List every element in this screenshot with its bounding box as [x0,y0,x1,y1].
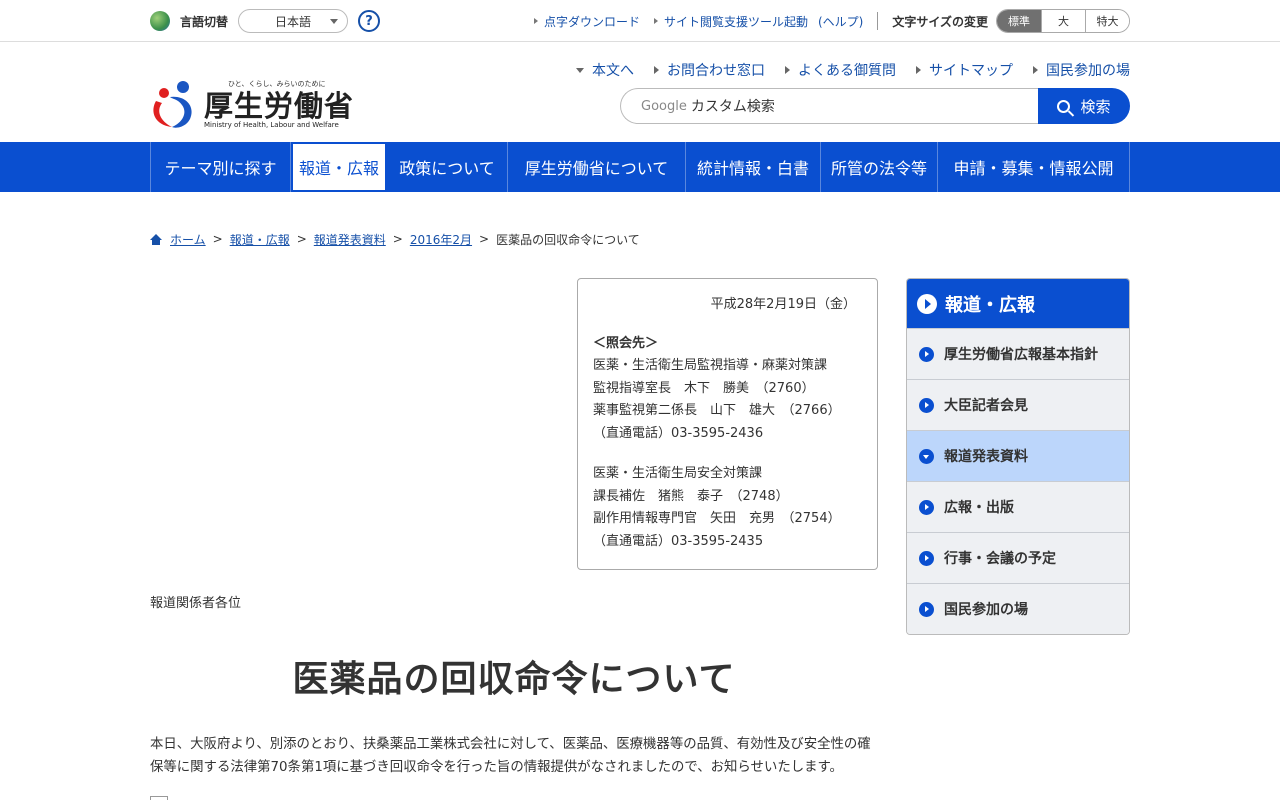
sitemap-link[interactable]: サイトマップ [916,60,1013,80]
accessibility-help-link[interactable]: (ヘルプ) [818,13,863,30]
contact-heading: ＜照会先＞ [593,335,659,351]
side-nav: 報道・広報 厚生労働省広報基本指針 大臣記者会見 報道発表資料 広報・出版 行事… [906,278,1130,635]
side-nav-item-press-releases[interactable]: 報道発表資料 [907,430,1129,481]
triangle-right-icon [1033,66,1038,74]
addressee: 報道関係者各位 [150,596,242,611]
triangle-down-icon [576,67,584,73]
page-title: 医薬品の回収命令について [292,659,736,700]
breadcrumb-press[interactable]: 報道・広報 [230,231,290,248]
side-nav-item-events[interactable]: 行事・会議の予定 [907,532,1129,583]
main-content: 平成28年2月19日（金） ＜照会先＞ 医薬・生活衛生局監視指導・麻薬対策課 監… [150,258,1130,800]
skip-to-content-link[interactable]: 本文へ [576,60,634,80]
article-body: 本日、大阪府より、別添のとおり、扶桑薬品工業株式会社に対して、医薬品、医療機器等… [150,737,871,775]
logo-tagline: ひと、くらし、みらいのために [228,80,326,88]
help-icon[interactable]: ? [358,10,381,32]
chevron-down-icon [330,19,339,24]
nav-about[interactable]: 厚生労働省について [508,142,686,192]
accessibility-tool-link[interactable]: サイト閲覧支援ツール起動 [653,13,808,30]
search-input[interactable]: Google カスタム検索 [620,88,1038,124]
braille-download-link[interactable]: 点字ダウンロード [533,13,640,30]
release-date: 平成28年2月19日（金） [710,297,856,312]
triangle-right-icon [653,18,658,24]
nav-statistics[interactable]: 統計情報・白書 [686,142,821,192]
search-icon [1057,99,1071,113]
header-links: 本文へ お問合わせ窓口 よくある御質問 サイトマップ 国民参加の場 [556,60,1130,80]
side-nav-heading[interactable]: 報道・広報 [907,279,1129,328]
circle-arrow-icon [919,550,934,566]
breadcrumb-press-releases[interactable]: 報道発表資料 [314,231,386,248]
contact-line: 課長補佐 猪熊 泰子 （2748） [593,488,789,504]
contact-line: 監視指導室長 木下 勝美 （2760） [593,380,815,396]
attachment-icon[interactable] [150,796,168,800]
circle-arrow-icon [919,499,934,515]
fontsize-xlarge-button[interactable]: 特大 [1085,10,1129,32]
fontsize-standard-button[interactable]: 標準 [997,10,1041,32]
contact-line: 薬事監視第二係長 山下 雄大 （2766） [593,403,841,418]
site-search: Google カスタム検索 検索 [620,88,1130,124]
utility-links: 点字ダウンロード サイト閲覧支援ツール起動 (ヘルプ) 文字サイズの変更 標準 … [520,0,1130,42]
logo-name-en: Ministry of Health, Labour and Welfare [204,121,339,129]
nav-laws[interactable]: 所管の法令等 [821,142,938,192]
side-nav-item-participation[interactable]: 国民参加の場 [907,583,1129,634]
language-select-value: 日本語 [275,14,312,29]
home-icon [150,233,162,245]
fontsize-label: 文字サイズの変更 [892,14,988,29]
logo-mark-icon [153,81,192,128]
triangle-right-icon [785,66,790,74]
site-header: ひと、くらし、みらいのために 厚生労働省 Ministry of Health,… [0,42,1280,142]
nav-themes[interactable]: テーマ別に探す [151,142,291,192]
side-nav-item-press-conference[interactable]: 大臣記者会見 [907,379,1129,430]
contact-link[interactable]: お問合わせ窓口 [654,60,765,80]
language-label: 言語切替 [180,14,229,29]
contact-box: 平成28年2月19日（金） ＜照会先＞ 医薬・生活衛生局監視指導・麻薬対策課 監… [577,278,878,570]
contact-line: 副作用情報専門官 矢田 充男 （2754） [593,511,841,526]
logo-name: 厚生労働省 [204,89,355,123]
search-button[interactable]: 検索 [1038,88,1130,124]
breadcrumb: ホーム > 報道・広報 > 報道発表資料 > 2016年2月 > 医薬品の回収命… [150,192,1130,258]
fontsize-large-button[interactable]: 大 [1041,10,1085,32]
contact-line: （直通電話）03-3595-2436 [593,425,764,441]
nav-policy[interactable]: 政策について [387,142,508,192]
circle-arrow-icon [919,397,934,413]
triangle-right-icon [533,18,538,24]
circle-arrow-icon [919,346,934,362]
contact-line: 医薬・生活衛生局監視指導・麻薬対策課 [593,358,828,373]
search-brand: Google [641,98,687,114]
language-select[interactable]: 日本語 [238,9,349,33]
search-placeholder: カスタム検索 [690,99,775,115]
side-nav-item-publications[interactable]: 広報・出版 [907,481,1129,532]
breadcrumb-home[interactable]: ホーム [170,231,206,248]
utility-bar: 言語切替 日本語 ? 点字ダウンロード サイト閲覧支援ツール起動 (ヘルプ) 文… [0,0,1280,42]
faq-link[interactable]: よくある御質問 [785,60,896,80]
site-logo[interactable]: ひと、くらし、みらいのために 厚生労働省 Ministry of Health,… [150,76,356,132]
circle-arrow-down-icon [919,448,934,464]
divider [877,12,879,30]
nav-press[interactable]: 報道・広報 [291,142,387,192]
triangle-right-icon [916,66,921,74]
contact-line: （直通電話）03-3595-2435 [593,533,764,549]
global-nav: テーマ別に探す 報道・広報 政策について 厚生労働省について 統計情報・白書 所… [0,142,1280,192]
public-participation-link[interactable]: 国民参加の場 [1033,60,1130,80]
breadcrumb-month[interactable]: 2016年2月 [410,231,472,248]
globe-icon [150,11,170,31]
circle-arrow-icon [917,293,937,314]
contact-line: 医薬・生活衛生局安全対策課 [593,466,763,481]
circle-arrow-icon [919,601,934,617]
breadcrumb-current: 医薬品の回収命令について [496,232,640,247]
triangle-right-icon [654,66,659,74]
fontsize-switcher: 標準 大 特大 [996,9,1130,33]
nav-applications[interactable]: 申請・募集・情報公開 [938,142,1130,192]
side-nav-item-pr-policy[interactable]: 厚生労働省広報基本指針 [907,328,1129,379]
search-button-label: 検索 [1080,97,1111,116]
